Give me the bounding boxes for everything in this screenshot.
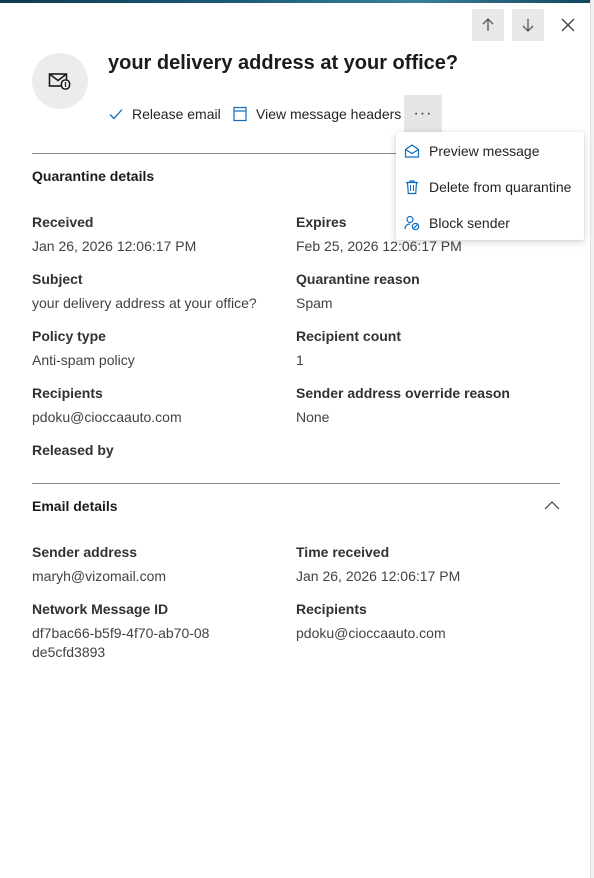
recipient-count-value: 1 [296, 352, 304, 368]
quarantine-reason-value: Spam [296, 295, 333, 311]
section-divider [32, 483, 560, 484]
panel-scrollbar[interactable] [590, 0, 594, 878]
expires-label: Expires [296, 214, 347, 230]
network-message-id-value: df7bac66-b5f9-4f70-ab70-08de5cfd3893 [32, 625, 210, 660]
subject-value: your delivery address at your office? [32, 295, 257, 311]
release-email-button[interactable]: Release email [108, 104, 221, 124]
quarantine-reason-label: Quarantine reason [296, 271, 420, 287]
email-details-heading: Email details [32, 498, 118, 514]
more-dots-icon: ··· [413, 104, 433, 122]
time-received-label: Time received [296, 544, 390, 560]
envelope-open-icon [404, 143, 420, 159]
recipients-value: pdoku@cioccaauto.com [32, 409, 182, 425]
block-person-icon [404, 215, 420, 231]
email-recipients-label: Recipients [296, 601, 367, 617]
released-by-label: Released by [32, 442, 114, 458]
email-recipients-value: pdoku@cioccaauto.com [296, 625, 446, 641]
next-item-button[interactable] [512, 9, 544, 41]
menu-item-label: Preview message [429, 143, 540, 159]
chevron-up-icon [544, 501, 560, 510]
sender-address-label: Sender address [32, 544, 138, 560]
collapse-email-details-button[interactable] [544, 499, 560, 517]
quarantined-mail-icon [48, 73, 71, 90]
checkmark-icon [109, 109, 123, 120]
page-title: your delivery address at your office? [108, 52, 459, 74]
document-icon [233, 106, 247, 122]
policy-type-value: Anti-spam policy [32, 352, 135, 368]
more-actions-menu: Preview message Delete from quarantine B… [396, 132, 584, 240]
trash-icon [404, 179, 420, 195]
received-label: Received [32, 214, 94, 230]
sender-address-value: maryh@vizomail.com [32, 568, 167, 584]
override-reason-label: Sender address override reason [296, 385, 510, 401]
more-actions-button[interactable]: ··· [404, 95, 442, 132]
menu-item-block-sender[interactable]: Block sender [396, 205, 584, 241]
policy-type-label: Policy type [32, 328, 106, 344]
received-value: Jan 26, 2026 12:06:17 PM [32, 238, 197, 254]
recipients-label: Recipients [32, 385, 103, 401]
arrow-down-icon [522, 19, 534, 32]
view-message-headers-label: View message headers [256, 106, 402, 122]
close-icon [561, 18, 575, 32]
subject-label: Subject [32, 271, 83, 287]
message-avatar [32, 53, 88, 109]
network-message-id-label: Network Message ID [32, 601, 169, 617]
menu-item-label: Delete from quarantine [429, 179, 572, 195]
quarantine-details-heading: Quarantine details [32, 168, 155, 184]
arrow-up-icon [482, 18, 494, 31]
close-button[interactable] [552, 9, 584, 41]
recipient-count-label: Recipient count [296, 328, 402, 344]
override-reason-value: None [296, 409, 330, 425]
previous-item-button[interactable] [472, 9, 504, 41]
top-banner-strip [0, 0, 594, 3]
menu-item-preview-message[interactable]: Preview message [396, 133, 584, 169]
release-email-label: Release email [132, 106, 221, 122]
menu-item-delete-from-quarantine[interactable]: Delete from quarantine [396, 169, 584, 205]
menu-item-label: Block sender [429, 215, 510, 231]
time-received-value: Jan 26, 2026 12:06:17 PM [296, 568, 461, 584]
view-message-headers-button[interactable]: View message headers [232, 104, 401, 124]
